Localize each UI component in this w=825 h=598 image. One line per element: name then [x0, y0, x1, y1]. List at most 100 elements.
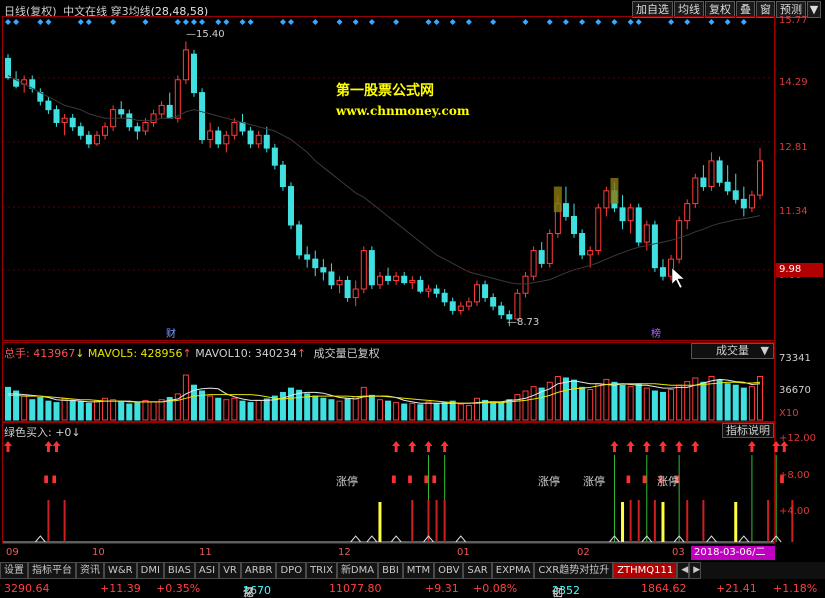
candle-body: [296, 224, 303, 256]
candle-body: [603, 190, 610, 209]
date-tick: 10: [92, 547, 105, 558]
indicator-peak: [455, 535, 467, 543]
candle-body: [635, 207, 642, 243]
date-tick: 01: [457, 547, 470, 558]
volume-bar: [433, 403, 440, 421]
candle-body: [684, 203, 691, 222]
indicator-peak: [738, 535, 750, 543]
tab-bbi[interactable]: BBI: [378, 562, 403, 579]
date-tick: 12: [338, 547, 351, 558]
signal-diamond-icon: [288, 19, 295, 25]
candle-body: [716, 160, 723, 183]
signal-diamond-icon: [449, 19, 456, 25]
tab-scroll-right-icon[interactable]: ▶: [689, 562, 702, 579]
volume-bar: [522, 390, 529, 421]
red-signal-bar: [767, 500, 770, 542]
warn-glyph-icon: ▮: [642, 474, 648, 485]
tab-trix[interactable]: TRIX: [306, 562, 337, 579]
candle-body: [166, 104, 173, 119]
candle-body: [595, 207, 602, 252]
tab-scroll-left-icon[interactable]: ◀: [677, 562, 690, 579]
volume-bar: [635, 383, 642, 421]
volume-bar: [530, 386, 537, 421]
tab-obv[interactable]: OBV: [434, 562, 464, 579]
candle-body: [708, 160, 715, 188]
tab-dmi[interactable]: DMI: [136, 562, 164, 579]
candle-body: [385, 275, 392, 281]
volume-bar: [61, 398, 68, 421]
candle-body: [571, 215, 578, 235]
sz-index-value: 11077.80: [329, 582, 382, 595]
volume-bar: [482, 399, 489, 421]
candle-body: [118, 109, 125, 115]
volume-bar: [21, 395, 28, 421]
volume-bar: [142, 399, 149, 421]
volume-bar: [118, 401, 125, 421]
tab-asi[interactable]: ASI: [194, 562, 220, 579]
candle-body: [134, 126, 141, 132]
volume-bar: [37, 397, 44, 421]
volume-bar: [296, 389, 303, 421]
signal-diamond-icon: [5, 19, 11, 25]
tab-bias[interactable]: BIAS: [163, 562, 195, 579]
volume-adjusted-note: 成交量已复权: [313, 347, 380, 360]
candle-body: [53, 109, 60, 123]
volume-tick: 36670: [779, 385, 811, 396]
red-signal-bar: [637, 500, 640, 542]
candle-body: [279, 164, 286, 188]
date-tick: 03: [672, 547, 685, 558]
volume-bar: [627, 386, 634, 421]
tab-vr[interactable]: VR: [219, 562, 241, 579]
volume-bar: [69, 399, 76, 421]
volume-unit: X10: [779, 408, 799, 419]
cursor-date-tag: 2018-03-06/二: [691, 546, 775, 560]
tab-cxr[interactable]: CXR趋势对拉升: [534, 562, 614, 579]
finance-badge[interactable]: 财: [165, 325, 177, 340]
signal-diamond-icon: [110, 19, 117, 25]
candle-body: [344, 279, 351, 299]
tab-zthmq111[interactable]: ZTHMQ111: [613, 562, 678, 579]
volume-bar: [255, 399, 262, 421]
ranking-badge[interactable]: 榜: [650, 325, 662, 340]
volume-bar: [490, 401, 497, 421]
red-signal-bar: [629, 500, 632, 542]
red-signal-bar: [653, 500, 656, 542]
limit-up-label: 涨停: [336, 475, 358, 488]
buy-arrow-icon: [658, 441, 667, 452]
indicator-explain-button[interactable]: 指标说明: [722, 423, 774, 438]
warn-glyph-icon: ▮: [52, 474, 58, 485]
candle-body: [659, 267, 666, 277]
tab-settings[interactable]: 设置: [0, 562, 28, 579]
candle-body: [126, 113, 133, 128]
warn-glyph-icon: ▮: [626, 474, 632, 485]
candle-body: [692, 177, 699, 205]
tab-wr[interactable]: W&R: [104, 562, 137, 579]
tab-dpo[interactable]: DPO: [276, 562, 307, 579]
indicator-tick: +4.00: [779, 506, 810, 517]
highlight-marker: [553, 186, 562, 213]
signal-diamond-icon: [352, 19, 359, 25]
candle-body: [247, 130, 254, 145]
signal-diamond-icon: [522, 19, 529, 25]
tab-new-dma[interactable]: 新DMA: [336, 562, 379, 579]
tab-arbr[interactable]: ARBR: [240, 562, 277, 579]
signal-diamond-icon: [546, 19, 553, 25]
volume-bar: [651, 390, 658, 421]
volume-indicator-select[interactable]: 成交量 ▼: [691, 343, 774, 359]
tab-mtm[interactable]: MTM: [402, 562, 435, 579]
tab-sar[interactable]: SAR: [463, 562, 492, 579]
volume-bar: [595, 383, 602, 421]
tab-expma[interactable]: EXPMA: [491, 562, 535, 579]
candle-body: [328, 271, 335, 286]
candle-body: [449, 301, 456, 311]
volume-bar: [425, 401, 432, 421]
tab-indicator-platform[interactable]: 指标平台: [28, 562, 76, 579]
volume-bar: [441, 402, 448, 421]
signal-diamond-icon: [37, 19, 44, 25]
candle-body: [425, 288, 432, 292]
candle-body: [417, 279, 424, 292]
tab-news[interactable]: 资讯: [76, 562, 104, 579]
candle-body: [85, 134, 92, 145]
candle-body: [368, 250, 375, 286]
volume-bar: [506, 399, 513, 421]
